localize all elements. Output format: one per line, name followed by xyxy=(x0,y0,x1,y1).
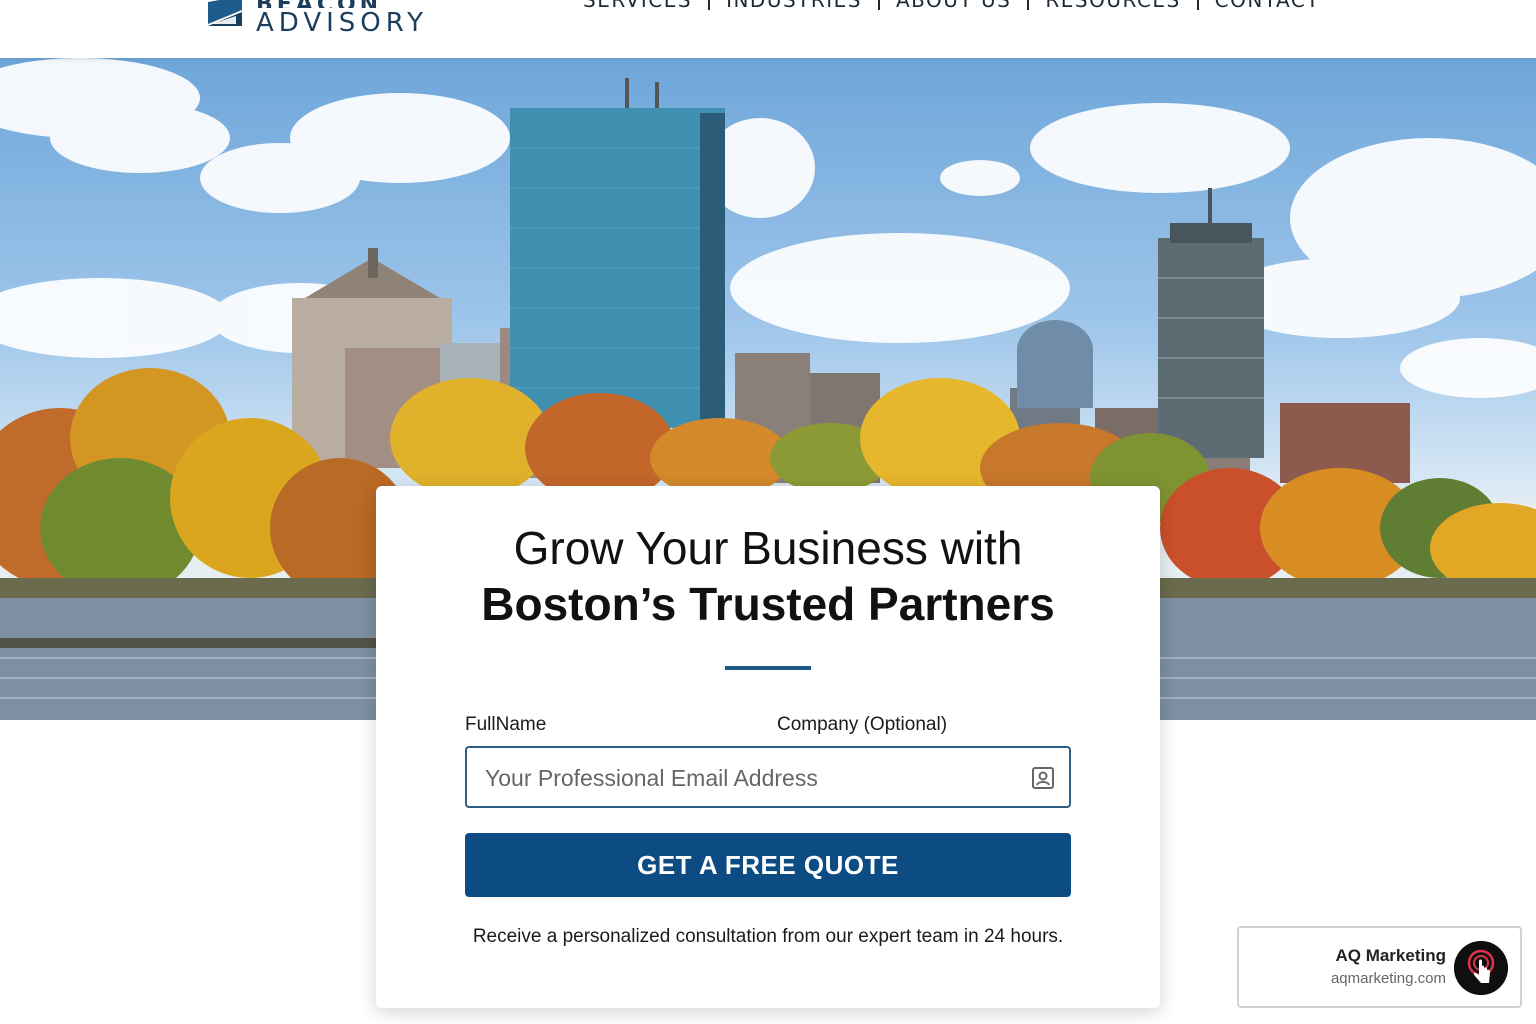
main-nav: SERVICES INDUSTRIES ABOUT US RESOURCES C… xyxy=(567,0,1336,12)
quote-card: Grow Your Business with Boston’s Trusted… xyxy=(376,486,1160,1008)
email-input[interactable] xyxy=(485,760,1005,796)
heading-line-1: Grow Your Business with xyxy=(513,522,1023,574)
heading-divider xyxy=(725,666,811,670)
heading-line-2: Boston’s Trusted Partners xyxy=(481,578,1055,630)
company-label: Company (Optional) xyxy=(777,714,948,735)
nav-contact[interactable]: CONTACT xyxy=(1199,0,1336,12)
nav-about-us[interactable]: ABOUT US xyxy=(880,0,1027,12)
tap-hand-icon xyxy=(1454,941,1508,995)
full-name-label: FullName xyxy=(465,714,547,735)
get-free-quote-button[interactable]: GET A FREE QUOTE xyxy=(465,833,1071,897)
sail-icon xyxy=(208,0,242,26)
site-header: BEACON ADVISORY SERVICES INDUSTRIES ABOU… xyxy=(0,0,1536,58)
brand-name-bottom: ADVISORY xyxy=(256,8,429,38)
contact-card-icon[interactable] xyxy=(1031,766,1055,790)
aq-marketing-badge[interactable]: AQ Marketing aqmarketing.com xyxy=(1237,926,1522,1008)
nav-services[interactable]: SERVICES xyxy=(567,0,708,12)
nav-industries[interactable]: INDUSTRIES xyxy=(710,0,878,12)
hero-heading: Grow Your Business with Boston’s Trusted… xyxy=(376,520,1160,632)
badge-url[interactable]: aqmarketing.com xyxy=(1331,970,1446,987)
badge-name: AQ Marketing xyxy=(1335,946,1446,965)
consultation-note: Receive a personalized consultation from… xyxy=(472,926,1064,947)
brand-logo[interactable]: BEACON ADVISORY xyxy=(206,0,428,36)
brand-name-top: BEACON xyxy=(256,0,428,8)
email-field[interactable] xyxy=(465,746,1071,808)
nav-resources[interactable]: RESOURCES xyxy=(1029,0,1196,12)
